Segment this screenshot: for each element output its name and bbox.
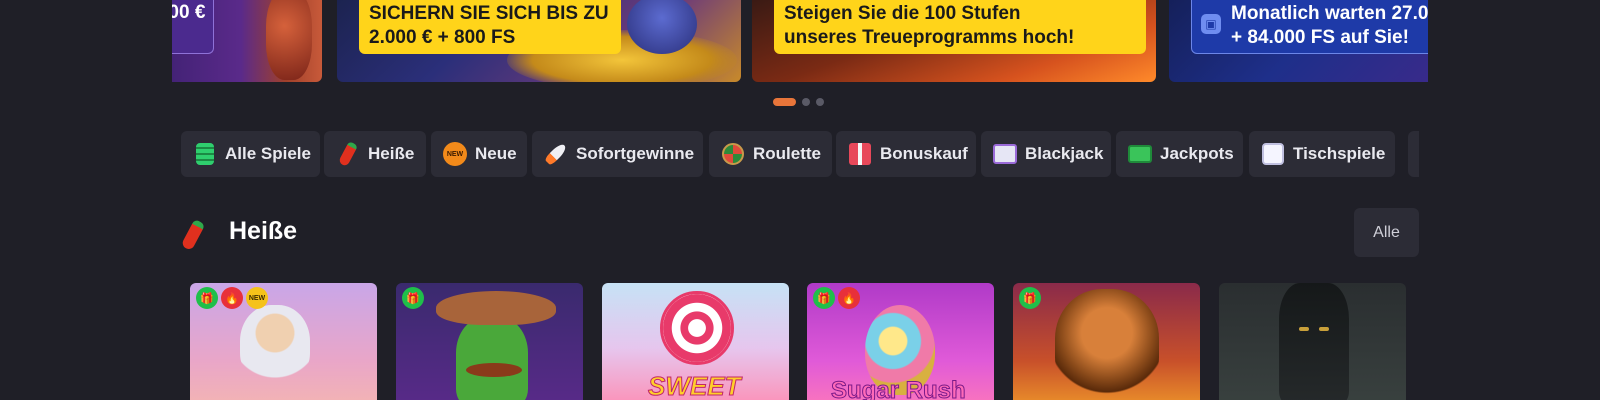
promo-banner-2-text: SICHERN SIE SICH BIS ZU 2.000 € + 800 FS xyxy=(369,2,609,50)
game-artwork xyxy=(1279,283,1349,400)
game-card[interactable]: 🎁 xyxy=(396,283,583,400)
tab-tischspiele[interactable]: Tischspiele xyxy=(1249,131,1395,177)
chili-pepper-icon xyxy=(180,218,206,252)
game-logo-text: Sugar Rush xyxy=(831,377,967,400)
game-list: 🎁 🔥 NEW 🎁 SWEET Sugar Rush 🎁 🔥 🎁 xyxy=(190,283,1430,400)
chips-stack-icon xyxy=(193,142,217,166)
promo-banner-2-line-1: SICHERN SIE SICH BIS ZU xyxy=(369,3,609,24)
dice-icon xyxy=(1261,142,1285,166)
tab-label: Tischspiele xyxy=(1293,144,1386,163)
tab-label: Sofortgewinne xyxy=(576,144,695,163)
view-all-button[interactable]: Alle xyxy=(1354,208,1419,257)
tab-jackpots[interactable]: Jackpots xyxy=(1116,131,1243,177)
promo-banner-1[interactable]: 7.000 € xyxy=(172,0,322,82)
carousel-pagination xyxy=(773,98,824,106)
promo-carousel[interactable]: 7.000 € SICHERN SIE SICH BIS ZU 2.000 € … xyxy=(172,0,1428,82)
gift-icon: ▣ xyxy=(1201,14,1221,34)
game-artwork xyxy=(240,305,310,385)
casino-lobby: 7.000 € SICHERN SIE SICH BIS ZU 2.000 € … xyxy=(0,0,1600,400)
tab-label: Roulette xyxy=(753,144,821,163)
game-card[interactable]: 🎁 🔥 NEW xyxy=(190,283,377,400)
tab-roulette[interactable]: Roulette xyxy=(709,131,832,177)
game-card[interactable] xyxy=(1219,283,1406,400)
game-badges: 🎁 🔥 xyxy=(813,287,860,309)
fire-icon: 🔥 xyxy=(221,287,243,309)
new-badge-icon: NEW xyxy=(246,287,268,309)
promo-banner-3-line-2: unseres Treueprogramms hoch! xyxy=(784,27,1075,48)
promo-banner-3-line-1: Steigen Sie die 100 Stufen xyxy=(784,3,1021,24)
tab-sofortgewinne[interactable]: Sofortgewinne xyxy=(532,131,703,177)
tab-label: Neue xyxy=(475,144,517,163)
tab-bonuskauf[interactable]: Bonuskauf xyxy=(836,131,976,177)
game-artwork xyxy=(456,317,528,400)
tab-blackjack[interactable]: Blackjack xyxy=(981,131,1111,177)
rocket-icon xyxy=(543,141,569,167)
tab-alle-spiele[interactable]: Alle Spiele xyxy=(181,131,320,177)
new-badge-icon: NEW xyxy=(443,142,467,166)
tab-label: Bonuskauf xyxy=(880,144,968,163)
game-artwork-eye xyxy=(1319,327,1329,331)
game-artwork xyxy=(660,291,734,365)
promo-banner-2-line-2: 2.000 € + 800 FS xyxy=(369,27,516,48)
promo-banner-4-text: Monatlich warten 27.0 + 84.000 FS auf Si… xyxy=(1231,2,1428,50)
game-logo-text: SWEET xyxy=(647,371,741,400)
gift-icon: 🎁 xyxy=(1019,287,1041,309)
fire-icon: 🔥 xyxy=(838,287,860,309)
gift-icon xyxy=(848,142,872,166)
tab-label: Alle Spiele xyxy=(225,144,311,163)
gift-icon: 🎁 xyxy=(196,287,218,309)
section-title: Heiße xyxy=(229,217,298,245)
promo-banner-2[interactable]: SICHERN SIE SICH BIS ZU 2.000 € + 800 FS xyxy=(337,0,741,82)
promo-banner-3[interactable]: Steigen Sie die 100 Stufen unseres Treue… xyxy=(752,0,1156,82)
carousel-dot-2[interactable] xyxy=(802,98,810,106)
promo-banner-1-artwork xyxy=(266,0,312,80)
tab-label: Heiße xyxy=(368,144,415,163)
promo-banner-4[interactable]: ▣ Monatlich warten 27.0 + 84.000 FS auf … xyxy=(1169,0,1428,82)
cash-stack-icon xyxy=(1128,142,1152,166)
game-badges: 🎁 xyxy=(402,287,424,309)
game-card[interactable]: 🎁 xyxy=(1013,283,1200,400)
category-tabs: Alle Spiele Heiße NEW Neue Sofortgewinne… xyxy=(181,131,1419,177)
tab-label: Jackpots xyxy=(1160,144,1234,163)
gift-icon: 🎁 xyxy=(402,287,424,309)
game-artwork xyxy=(1055,289,1159,399)
promo-banner-3-text: Steigen Sie die 100 Stufen unseres Treue… xyxy=(784,2,1074,50)
roulette-icon xyxy=(721,142,745,166)
game-badges: 🎁 xyxy=(1019,287,1041,309)
tab-label: Blackjack xyxy=(1025,144,1104,163)
game-artwork-eye xyxy=(1299,327,1309,331)
carousel-dot-1[interactable] xyxy=(773,98,796,106)
playing-cards-icon xyxy=(993,142,1017,166)
promo-banner-4-line-1: Monatlich warten 27.0 xyxy=(1231,3,1428,24)
game-badges: 🎁 🔥 NEW xyxy=(196,287,268,309)
game-artwork-hat xyxy=(436,291,556,325)
promo-banner-1-text: 7.000 € xyxy=(172,2,206,23)
tab-more-partial[interactable] xyxy=(1408,131,1419,177)
game-card[interactable]: Sugar Rush 🎁 🔥 xyxy=(807,283,994,400)
chili-pepper-icon xyxy=(336,141,360,167)
tab-heisse[interactable]: Heiße xyxy=(324,131,426,177)
promo-banner-4-line-2: + 84.000 FS auf Sie! xyxy=(1231,27,1409,48)
tab-neue[interactable]: NEW Neue xyxy=(431,131,527,177)
game-card[interactable]: SWEET xyxy=(602,283,789,400)
game-artwork-mustache xyxy=(466,363,522,377)
gift-icon: 🎁 xyxy=(813,287,835,309)
carousel-dot-3[interactable] xyxy=(816,98,824,106)
